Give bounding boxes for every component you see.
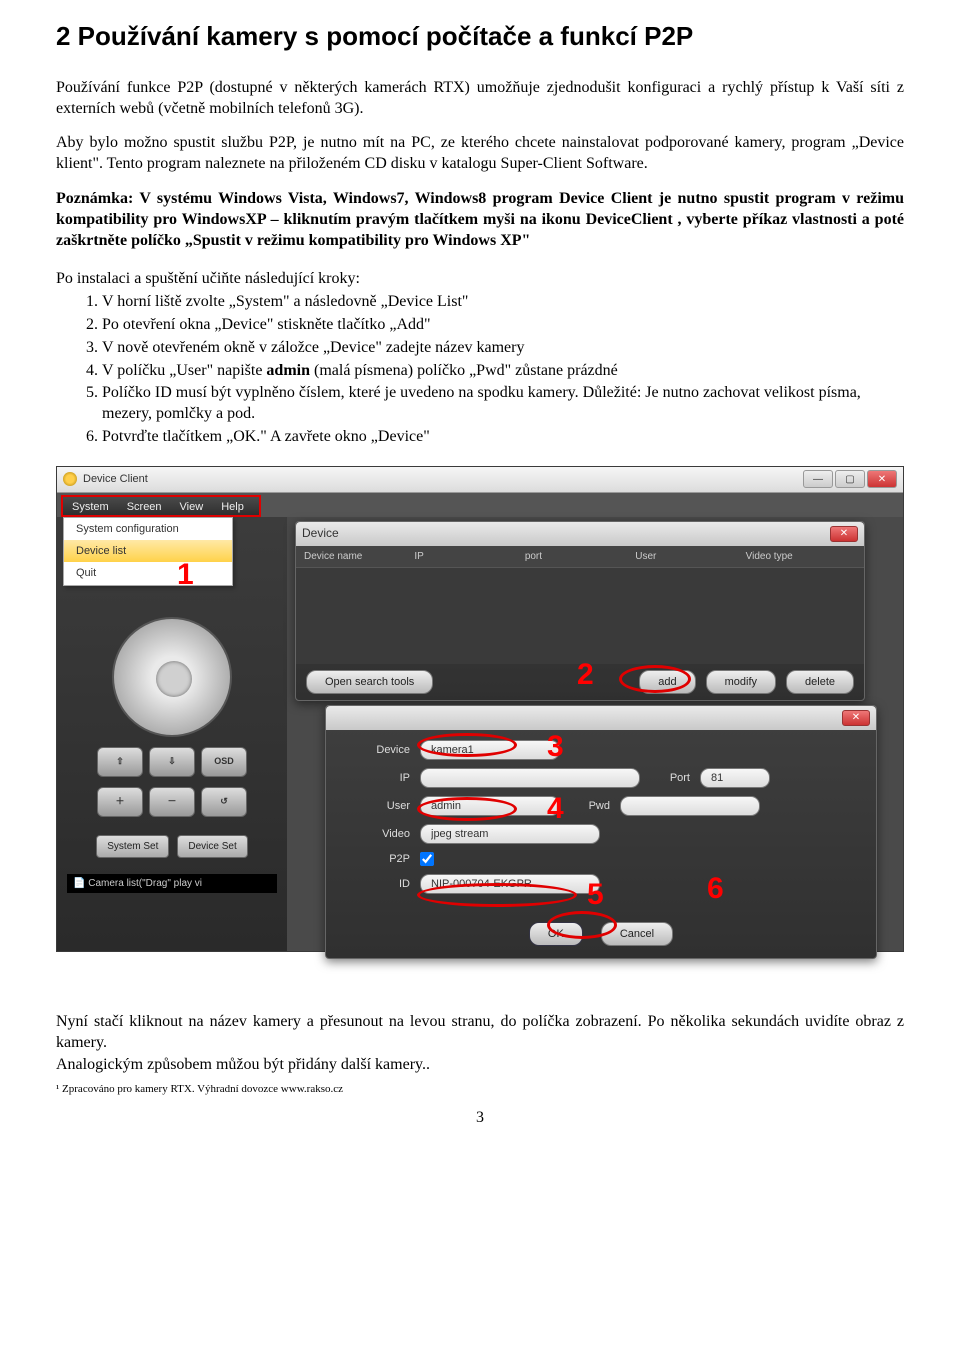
list-item: V nově otevřeném okně v záložce „Device"… xyxy=(102,338,904,359)
reset-icon[interactable]: ↺ xyxy=(201,787,247,817)
tab-system-set[interactable]: System Set xyxy=(96,835,169,858)
list-item: Po otevření okna „Device" stiskněte tlač… xyxy=(102,315,904,336)
port-field[interactable] xyxy=(700,768,770,788)
id-field[interactable] xyxy=(420,874,600,894)
label-port: Port xyxy=(650,771,690,785)
ptz-arrow-up-icon[interactable]: ⇧ xyxy=(97,747,143,777)
app-screenshot: Device Client — ▢ ✕ System Screen View H… xyxy=(56,466,904,952)
menu-view[interactable]: View xyxy=(171,497,213,515)
add-button[interactable]: add xyxy=(639,670,695,694)
close-button[interactable]: ✕ xyxy=(867,470,897,488)
menu-item-quit[interactable]: Quit xyxy=(64,562,232,584)
ip-field[interactable] xyxy=(420,768,640,788)
paragraph-1: Používání funkce P2P (dostupné v některý… xyxy=(56,78,904,120)
list-item: Políčko ID musí být vyplněno číslem, kte… xyxy=(102,383,904,425)
ptz-control[interactable] xyxy=(112,617,232,737)
ptz-arrow-down-icon[interactable]: ⇩ xyxy=(149,747,195,777)
label-id: ID xyxy=(340,877,410,891)
note-paragraph: Poznámka: V systému Windows Vista, Windo… xyxy=(56,189,904,251)
p2p-checkbox[interactable] xyxy=(420,852,434,866)
footer-paragraph-2: Analogickým způsobem můžou být přidány d… xyxy=(56,1055,904,1076)
menu-item-sysconfig[interactable]: System configuration xyxy=(64,518,232,540)
callout-3: 3 xyxy=(547,727,564,766)
user-field[interactable] xyxy=(420,796,560,816)
zoom-out-icon[interactable]: － xyxy=(149,787,195,817)
zoom-in-icon[interactable]: ＋ xyxy=(97,787,143,817)
list-item: V horní liště zvolte „System" a následov… xyxy=(102,292,904,313)
callout-1: 1 xyxy=(177,555,194,594)
window-titlebar[interactable]: Device Client — ▢ ✕ xyxy=(57,467,903,493)
maximize-button[interactable]: ▢ xyxy=(835,470,865,488)
steps-list: V horní liště zvolte „System" a následov… xyxy=(102,292,904,448)
device-field[interactable] xyxy=(420,740,560,760)
label-p2p: P2P xyxy=(340,852,410,866)
tab-device-set[interactable]: Device Set xyxy=(177,835,247,858)
video-select[interactable] xyxy=(420,824,600,844)
osd-button[interactable]: OSD xyxy=(201,747,247,777)
camera-list-header[interactable]: 📄 Camera list("Drag" play vi xyxy=(67,874,277,893)
ok-button[interactable]: OK xyxy=(529,922,583,946)
label-video: Video xyxy=(340,827,410,841)
pwd-field[interactable] xyxy=(620,796,760,816)
dialog2-close-button[interactable]: ✕ xyxy=(842,710,870,726)
window-title: Device Client xyxy=(83,472,148,486)
menu-bar[interactable]: System Screen View Help xyxy=(61,495,261,517)
col-device-name: Device name xyxy=(304,550,414,563)
label-pwd: Pwd xyxy=(570,799,610,813)
page-heading: 2 Používání kamery s pomocí počítače a f… xyxy=(56,20,904,54)
dialog-title: Device xyxy=(302,526,339,542)
list-item: V políčku „User" napište admin (malá pís… xyxy=(102,361,904,382)
delete-button[interactable]: delete xyxy=(786,670,854,694)
callout-4: 4 xyxy=(547,789,564,828)
app-icon xyxy=(63,472,77,486)
minimize-button[interactable]: — xyxy=(803,470,833,488)
footnote: ¹ Zpracováno pro kamery RTX. Výhradní do… xyxy=(56,1082,904,1096)
label-user: User xyxy=(340,799,410,813)
col-ip: IP xyxy=(414,550,524,563)
menu-system[interactable]: System xyxy=(63,497,118,515)
label-device: Device xyxy=(340,743,410,757)
menu-screen[interactable]: Screen xyxy=(118,497,171,515)
paragraph-2: Aby bylo možno spustit službu P2P, je nu… xyxy=(56,133,904,175)
dialog-close-button[interactable]: ✕ xyxy=(830,526,858,542)
steps-intro: Po instalaci a spuštění učiňte následují… xyxy=(56,269,904,290)
label-ip: IP xyxy=(340,771,410,785)
col-video: Video type xyxy=(746,550,856,563)
modify-button[interactable]: modify xyxy=(706,670,776,694)
col-user: User xyxy=(635,550,745,563)
menu-item-devicelist[interactable]: Device list xyxy=(64,540,232,562)
callout-5: 5 xyxy=(587,875,604,914)
open-search-tools-button[interactable]: Open search tools xyxy=(306,670,433,694)
page-number: 3 xyxy=(56,1108,904,1129)
table-body[interactable] xyxy=(296,568,864,664)
list-item: Potvrďte tlačítkem „OK." A zavřete okno … xyxy=(102,427,904,448)
system-dropdown[interactable]: System configuration Device list Quit xyxy=(63,517,233,586)
device-form-dialog: ✕ Device IP Port xyxy=(325,705,877,960)
cancel-button[interactable]: Cancel xyxy=(601,922,673,946)
table-header: Device name IP port User Video type xyxy=(296,546,864,568)
col-port: port xyxy=(525,550,635,563)
footer-paragraph-1: Nyní stačí kliknout na název kamery a př… xyxy=(56,1012,904,1054)
callout-2: 2 xyxy=(577,655,594,694)
callout-6: 6 xyxy=(707,869,724,908)
menu-help[interactable]: Help xyxy=(212,497,253,515)
